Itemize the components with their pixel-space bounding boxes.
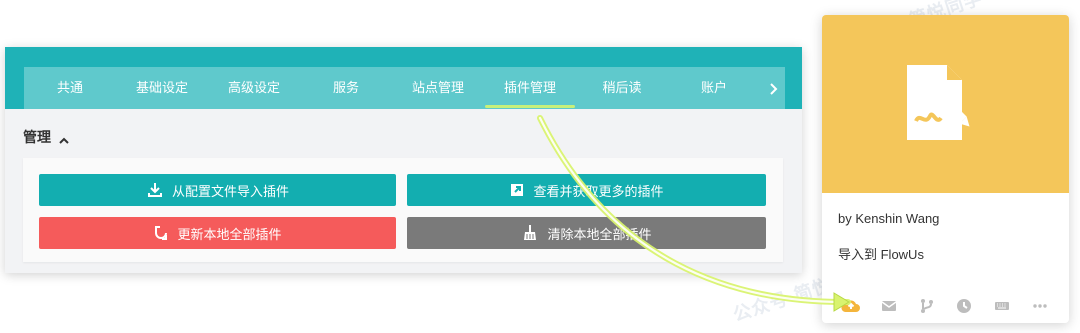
clear-all-plugins-label: 清除本地全部插件 <box>547 226 652 242</box>
cloud-upload-icon[interactable] <box>840 295 862 317</box>
broom-icon <box>521 224 539 242</box>
settings-nav-bar: 共通 基础设定 高级设定 服务 站点管理 插件管理 稍后读 账户 <box>5 47 802 109</box>
settings-tabs: 共通 基础设定 高级设定 服务 站点管理 插件管理 稍后读 账户 <box>24 67 769 109</box>
import-plugin-label: 从配置文件导入插件 <box>171 183 289 199</box>
settings-tab-strip: 共通 基础设定 高级设定 服务 站点管理 插件管理 稍后读 账户 <box>24 67 785 109</box>
view-more-plugins-label: 查看并获取更多的插件 <box>533 183 664 199</box>
refresh-icon <box>153 225 169 241</box>
plugin-cover <box>822 15 1069 193</box>
keyboard-icon[interactable] <box>991 295 1013 317</box>
import-plugin-button[interactable]: 从配置文件导入插件 <box>39 174 396 206</box>
section-title: 管理 <box>23 129 51 145</box>
import-target-text: 导入到 FlowUs <box>838 247 924 262</box>
clock-icon[interactable] <box>953 295 975 317</box>
plugin-card: by Kenshin Wang 导入到 FlowUs <box>822 15 1069 323</box>
tab-advanced-settings[interactable]: 高级设定 <box>208 67 300 109</box>
settings-panel: 共通 基础设定 高级设定 服务 站点管理 插件管理 稍后读 账户 管理 从配置文… <box>5 47 802 273</box>
mail-icon[interactable] <box>878 295 900 317</box>
management-section-header[interactable]: 管理 <box>23 127 69 147</box>
plugin-actions-card: 从配置文件导入插件 查看并获取更多的插件 更新本地全部插件 清除本地全部插件 <box>23 158 783 262</box>
more-icon[interactable] <box>1029 295 1051 317</box>
tab-basic-settings[interactable]: 基础设定 <box>116 67 208 109</box>
next-tab-button[interactable] <box>763 67 785 109</box>
external-link-icon <box>509 182 525 198</box>
chevron-right-icon <box>768 78 780 98</box>
download-icon <box>146 181 164 199</box>
card-actions-bar <box>822 295 1069 317</box>
tab-common[interactable]: 共通 <box>24 67 116 109</box>
branch-icon[interactable] <box>916 295 938 317</box>
chevron-up-icon <box>59 133 69 144</box>
clear-all-plugins-button[interactable]: 清除本地全部插件 <box>407 217 766 249</box>
tab-services[interactable]: 服务 <box>300 67 392 109</box>
view-more-plugins-button[interactable]: 查看并获取更多的插件 <box>407 174 766 206</box>
update-all-plugins-button[interactable]: 更新本地全部插件 <box>39 217 396 249</box>
tab-account[interactable]: 账户 <box>668 67 760 109</box>
update-all-plugins-label: 更新本地全部插件 <box>177 226 282 242</box>
tab-site-management[interactable]: 站点管理 <box>392 67 484 109</box>
tab-read-later[interactable]: 稍后读 <box>576 67 668 109</box>
author-text: by Kenshin Wang <box>838 211 940 226</box>
signed-document-icon <box>902 60 992 150</box>
tab-plugin-management[interactable]: 插件管理 <box>484 67 576 109</box>
